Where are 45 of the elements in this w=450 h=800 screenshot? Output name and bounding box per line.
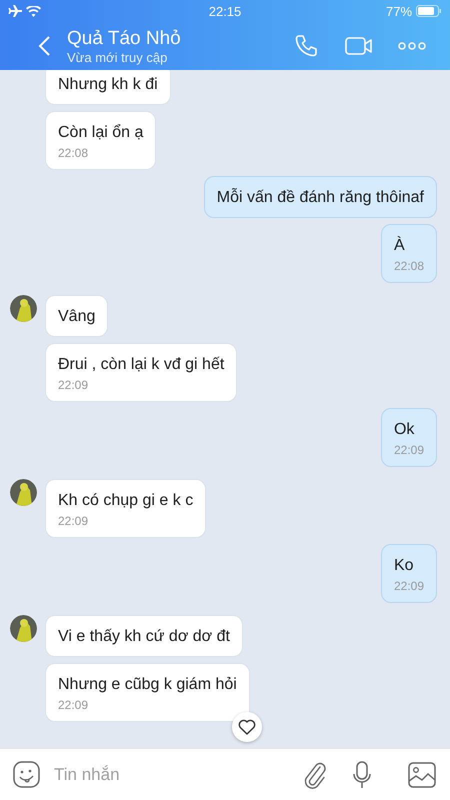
message-text: Vâng <box>58 307 96 327</box>
message-text: Ko <box>394 556 415 576</box>
airplane-icon <box>8 5 22 17</box>
message-time: 22:09 <box>58 514 90 528</box>
message-text: Kh có chụp gi e k c <box>58 491 194 511</box>
last-seen-status: Vừa mới truy cập <box>67 50 168 66</box>
message-bubble[interactable]: Kh có chụp gi e k c 22:09 <box>45 479 206 538</box>
message-time: 22:09 <box>394 443 424 457</box>
message-bubble[interactable]: Nhưng e cũbg k giám hỏi 22:09 <box>45 663 250 722</box>
heart-icon <box>238 719 256 735</box>
image-icon[interactable] <box>408 762 436 788</box>
message-text: Nhưng e cũbg k giám hỏi <box>58 675 237 695</box>
message-bubble[interactable]: Đrui , còn lại k vđ gi hết 22:09 <box>45 343 238 402</box>
message-text: Vi e thấy kh cứ dơ dơ đt <box>58 627 230 647</box>
avatar[interactable] <box>10 479 37 506</box>
message-bubble[interactable]: Vi e thấy kh cứ dơ dơ đt <box>45 615 243 657</box>
message-time: 22:08 <box>394 259 424 273</box>
battery-icon <box>416 5 442 17</box>
microphone-icon[interactable] <box>353 760 371 788</box>
sticker-icon[interactable] <box>13 761 40 788</box>
message-bubble[interactable]: Ko 22:09 <box>380 544 437 603</box>
battery-percentage: 77% <box>386 4 412 18</box>
message-text: Nhưng kh k đi <box>58 75 158 95</box>
message-bubble[interactable]: Còn lại ổn ạ 22:08 <box>45 111 156 170</box>
message-time: 22:09 <box>394 579 424 593</box>
avatar[interactable] <box>10 615 37 642</box>
message-bubble[interactable]: À 22:08 <box>380 224 437 283</box>
paperclip-icon[interactable] <box>303 760 327 788</box>
avatar[interactable] <box>10 295 37 322</box>
message-time: 22:09 <box>58 698 90 712</box>
message-text: Còn lại ổn ạ <box>58 123 144 143</box>
message-text: Đrui , còn lại k vđ gi hết <box>58 355 224 375</box>
message-text: À <box>394 235 406 256</box>
message-bubble[interactable]: Mỗi vấn đề đánh răng thôinaf <box>204 176 437 218</box>
wifi-icon <box>26 6 41 16</box>
like-button[interactable] <box>232 712 262 742</box>
message-bubble[interactable]: Ok 22:09 <box>380 408 437 467</box>
contact-name: Quả Táo Nhỏ <box>67 26 181 50</box>
message-bubble[interactable]: Vâng <box>45 295 108 337</box>
message-time: 22:09 <box>58 378 90 392</box>
message-time: 22:08 <box>58 146 90 160</box>
message-bubble[interactable]: Nhưng kh k đi <box>45 70 171 105</box>
message-text: Mỗi vấn đề đánh răng thôinaf <box>216 187 424 208</box>
message-text: Ok <box>394 420 416 440</box>
clock-time: 22:15 <box>208 4 242 18</box>
